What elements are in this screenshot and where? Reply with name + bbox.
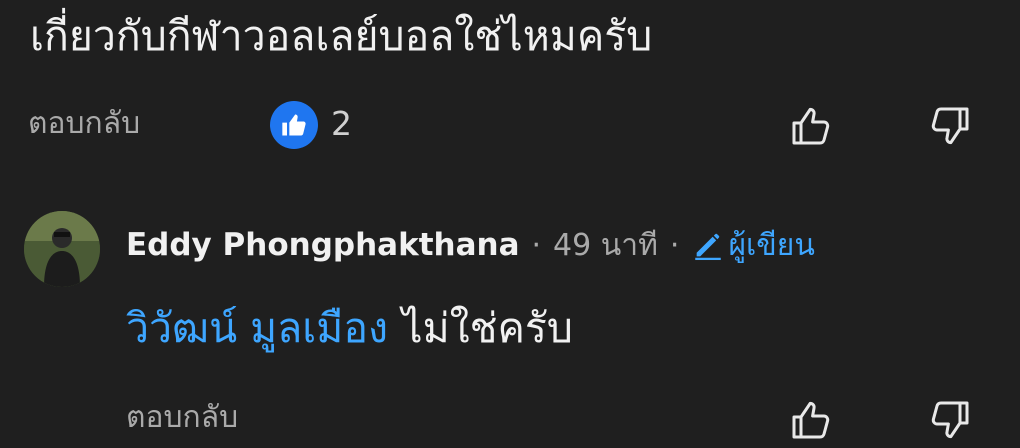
dislike-button[interactable]: [921, 392, 977, 448]
thumb-down-outline-icon: [931, 401, 969, 439]
like-count: 2: [331, 104, 352, 143]
reply-button[interactable]: ตอบกลับ: [126, 398, 238, 438]
thumb-up-outline-icon: [792, 401, 830, 439]
separator: ·: [669, 227, 680, 263]
thumb-down-outline-icon: [931, 107, 969, 145]
reply-button[interactable]: ตอบกลับ: [28, 104, 140, 144]
reply-comment-text: วิวัฒน์ มูลเมือง ไม่ใช่ครับ: [126, 297, 573, 359]
reply-body: ไม่ใช่ครับ: [401, 304, 573, 352]
thumbs-up-icon: [270, 101, 318, 149]
avatar-icon: [24, 211, 100, 287]
like-button[interactable]: [784, 392, 840, 448]
mention-link[interactable]: วิวัฒน์ มูลเมือง: [126, 304, 388, 352]
parent-comment-text: เกี่ยวกับกีฬาวอลเลย์บอลใช่ไหมครับ: [30, 12, 653, 60]
separator: ·: [531, 227, 542, 263]
pencil-icon: [695, 233, 722, 261]
dislike-button[interactable]: [921, 98, 977, 154]
author-badge-label: ผู้เขียน: [728, 227, 815, 263]
thumb-up-outline-icon: [792, 107, 830, 145]
author-name[interactable]: Eddy Phongphakthana: [126, 227, 520, 263]
reply-meta: Eddy Phongphakthana · 49 นาที · ผู้เขียน: [126, 221, 815, 269]
like-button[interactable]: [784, 98, 840, 154]
timestamp[interactable]: 49 นาที: [553, 222, 658, 269]
avatar[interactable]: [24, 211, 100, 287]
author-badge: ผู้เขียน: [691, 222, 815, 269]
